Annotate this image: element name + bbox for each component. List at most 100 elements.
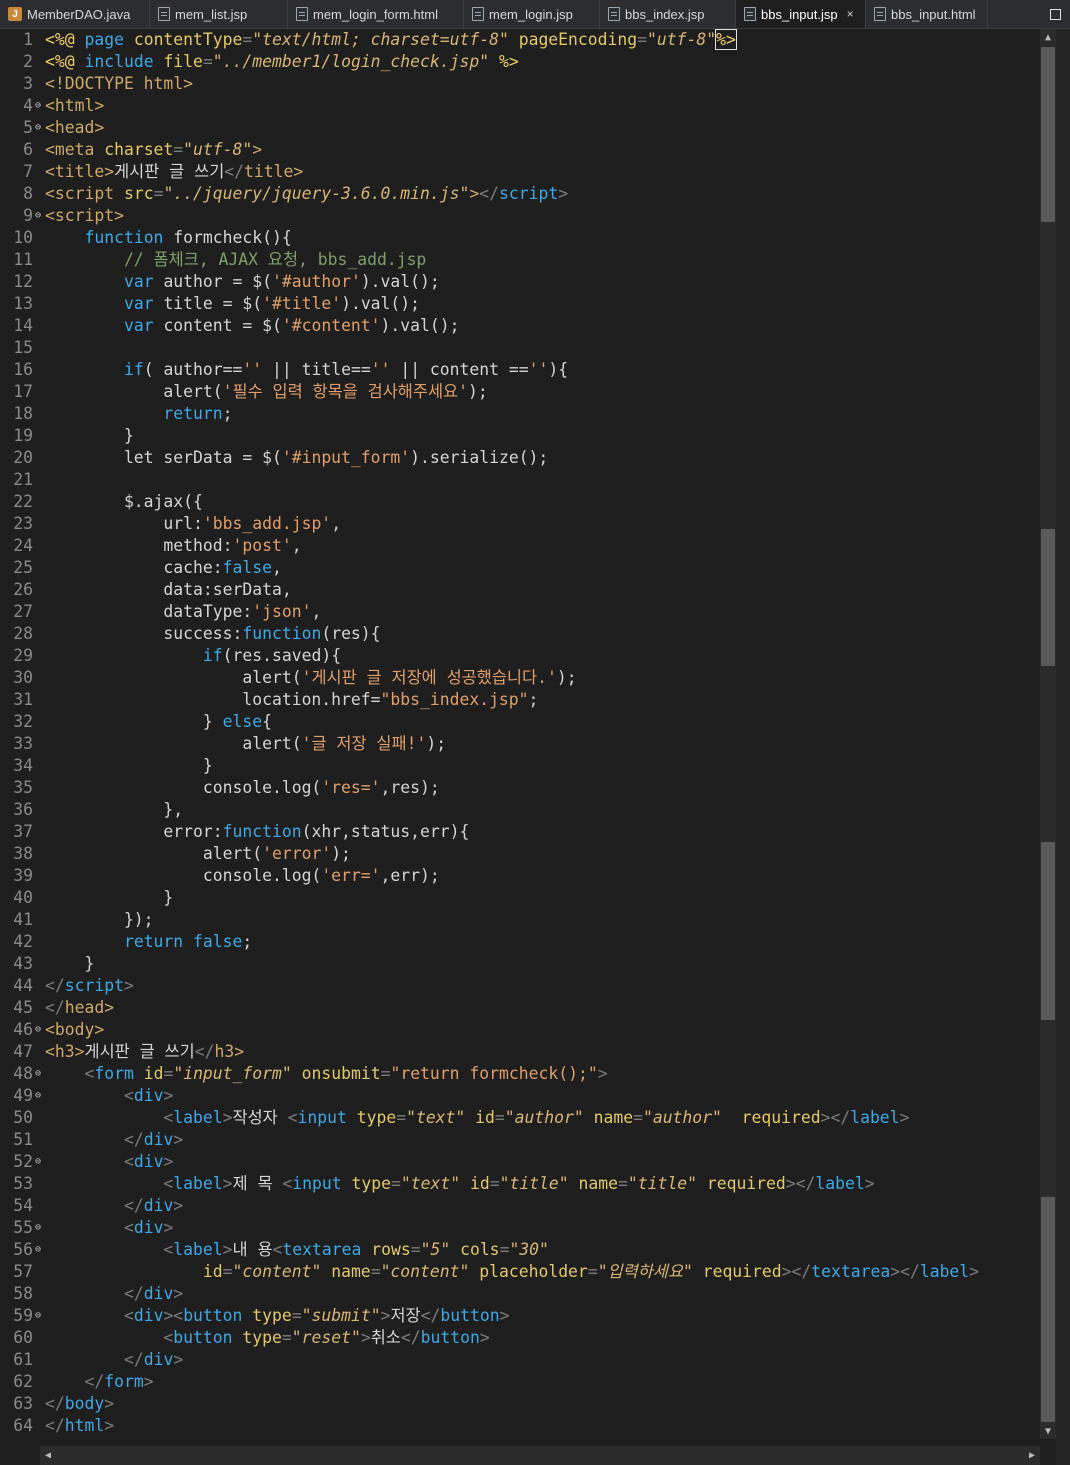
fold-toggle-icon[interactable]: ⊖ xyxy=(33,1217,43,1239)
tab-mem-login-form-html[interactable]: mem_login_form.html xyxy=(288,0,464,28)
tab-bbs-input-html[interactable]: bbs_input.html xyxy=(866,0,988,28)
code-line[interactable]: 50 <label>작성자 <input type="text" id="aut… xyxy=(0,1107,1040,1129)
code-line[interactable]: 26 data:serData, xyxy=(0,579,1040,601)
code-line[interactable]: 39 console.log('err=',err); xyxy=(0,865,1040,887)
scroll-thumb[interactable] xyxy=(1041,842,1055,1020)
scroll-right-arrow[interactable]: ▶ xyxy=(1024,1446,1040,1465)
code-line[interactable]: 43 } xyxy=(0,953,1040,975)
fold-toggle-icon[interactable]: ⊖ xyxy=(33,1239,43,1261)
code-line[interactable]: 41 }); xyxy=(0,909,1040,931)
code-line[interactable]: 47 <h3>게시판 글 쓰기</h3> xyxy=(0,1041,1040,1063)
scroll-up-arrow[interactable]: ▲ xyxy=(1040,29,1056,45)
code-line[interactable]: 15 xyxy=(0,337,1040,359)
code-line[interactable]: 56 ⊖ <label>내 용<textarea rows="5" cols="3… xyxy=(0,1239,1040,1261)
code-line[interactable]: 53 <label>제 목 <input type="text" id="tit… xyxy=(0,1173,1040,1195)
code-line[interactable]: 36 }, xyxy=(0,799,1040,821)
tab-mem-list-jsp[interactable]: mem_list.jsp xyxy=(150,0,288,28)
code-line[interactable]: 16 if( author=='' || title=='' || conten… xyxy=(0,359,1040,381)
fold-toggle-icon[interactable]: ⊖ xyxy=(33,1019,43,1041)
scroll-down-arrow[interactable]: ▼ xyxy=(1040,1423,1056,1439)
tab-mem-login-jsp[interactable]: mem_login.jsp xyxy=(464,0,600,28)
code-line[interactable]: 40 } xyxy=(0,887,1040,909)
code-line[interactable]: 29 if(res.saved){ xyxy=(0,645,1040,667)
code-line[interactable]: 58 </div> xyxy=(0,1283,1040,1305)
code-line[interactable]: 34 } xyxy=(0,755,1040,777)
code-line[interactable]: 12 var author = $('#author').val(); xyxy=(0,271,1040,293)
code-line[interactable]: 19 } xyxy=(0,425,1040,447)
code-line[interactable]: 48 ⊖ <form id="input_form" onsubmit="retu… xyxy=(0,1063,1040,1085)
code-line[interactable]: 59 ⊖ <div><button type="submit">저장</butto… xyxy=(0,1305,1040,1327)
code-token: > xyxy=(173,1284,184,1303)
code-line[interactable]: 22 $.ajax({ xyxy=(0,491,1040,513)
code-line[interactable]: 63 </body> xyxy=(0,1393,1040,1415)
code-line[interactable]: 62 </form> xyxy=(0,1371,1040,1393)
code-line[interactable]: 35 console.log('res=',res); xyxy=(0,777,1040,799)
code-line[interactable]: 14 var content = $('#content').val(); xyxy=(0,315,1040,337)
line-number: 21 xyxy=(13,470,33,489)
code-line[interactable]: 49 ⊖ <div> xyxy=(0,1085,1040,1107)
tab-bbs-input-jsp[interactable]: bbs_input.jsp × xyxy=(736,0,866,28)
fold-toggle-icon[interactable]: ⊖ xyxy=(33,1063,43,1085)
tab-label: bbs_input.jsp xyxy=(761,6,838,22)
vertical-scrollbar[interactable]: ▲ ▼ xyxy=(1040,29,1056,1439)
code-token: = xyxy=(618,1174,628,1193)
code-line[interactable]: 4 ⊖ <html> xyxy=(0,95,1040,117)
code-line[interactable]: 3 <!DOCTYPE html> xyxy=(0,73,1040,95)
code-line[interactable]: 54 </div> xyxy=(0,1195,1040,1217)
fold-toggle-icon[interactable]: ⊖ xyxy=(33,1305,43,1327)
code-line[interactable]: 10 function formcheck(){ xyxy=(0,227,1040,249)
code-line[interactable]: 21 xyxy=(0,469,1040,491)
code-line[interactable]: 25 cache:false, xyxy=(0,557,1040,579)
code-line[interactable]: 7 <title>게시판 글 쓰기</title> xyxy=(0,161,1040,183)
code-token: = xyxy=(242,30,253,49)
code-token: > xyxy=(864,1174,875,1193)
code-line[interactable]: 33 alert('글 저장 실패!'); xyxy=(0,733,1040,755)
fold-toggle-icon[interactable]: ⊖ xyxy=(33,1151,43,1173)
horizontal-scrollbar[interactable]: ◀ ▶ xyxy=(40,1446,1040,1465)
code-line[interactable]: 30 alert('게시판 글 저장에 성공했습니다.'); xyxy=(0,667,1040,689)
maximize-button[interactable] xyxy=(1040,0,1070,28)
code-line[interactable]: 8 <script src="../jquery/jquery-3.6.0.min… xyxy=(0,183,1040,205)
code-line[interactable]: 57 id="content" name="content" placehold… xyxy=(0,1261,1040,1283)
code-line[interactable]: 17 alert('필수 입력 항목을 검사해주세요'); xyxy=(0,381,1040,403)
code-token: if xyxy=(123,360,144,379)
code-line[interactable]: 37 error:function(xhr,status,err){ xyxy=(0,821,1040,843)
code-line[interactable]: 38 alert('error'); xyxy=(0,843,1040,865)
close-icon[interactable]: × xyxy=(847,7,854,21)
code-line[interactable]: 20 let serData = $('#input_form').serial… xyxy=(0,447,1040,469)
code-line[interactable]: 60 <button type="reset">취소</button> xyxy=(0,1327,1040,1349)
scroll-left-arrow[interactable]: ◀ xyxy=(40,1446,56,1465)
code-line[interactable]: 1 <%@ page contentType="text/html; charse… xyxy=(0,29,1040,51)
code-line[interactable]: 45 </head> xyxy=(0,997,1040,1019)
code-editor[interactable]: 1 <%@ page contentType="text/html; charse… xyxy=(0,29,1040,1439)
tab-memberdao-java[interactable]: J MemberDAO.java xyxy=(0,0,150,28)
code-token: ></ xyxy=(781,1262,812,1281)
fold-toggle-icon[interactable]: ⊖ xyxy=(33,117,43,139)
code-line[interactable]: 55 ⊖ <div> xyxy=(0,1217,1040,1239)
tab-bbs-index-jsp[interactable]: bbs_index.jsp xyxy=(600,0,736,28)
code-line[interactable]: 46 ⊖ <body> xyxy=(0,1019,1040,1041)
code-line[interactable]: 52 ⊖ <div> xyxy=(0,1151,1040,1173)
code-line[interactable]: 28 success:function(res){ xyxy=(0,623,1040,645)
code-line[interactable]: 61 </div> xyxy=(0,1349,1040,1371)
code-line[interactable]: 23 url:'bbs_add.jsp', xyxy=(0,513,1040,535)
code-line[interactable]: 9 ⊖ <script> xyxy=(0,205,1040,227)
code-line[interactable]: 2 <%@ include file="../member1/login_chec… xyxy=(0,51,1040,73)
code-line[interactable]: 27 dataType:'json', xyxy=(0,601,1040,623)
fold-toggle-icon[interactable]: ⊖ xyxy=(33,1085,43,1107)
code-line[interactable]: 5 ⊖ <head> xyxy=(0,117,1040,139)
fold-toggle-icon[interactable]: ⊖ xyxy=(33,205,43,227)
code-line[interactable]: 31 location.href="bbs_index.jsp"; xyxy=(0,689,1040,711)
code-line[interactable]: 51 </div> xyxy=(0,1129,1040,1151)
code-line[interactable]: 42 return false; xyxy=(0,931,1040,953)
code-line[interactable]: 13 var title = $('#title').val(); xyxy=(0,293,1040,315)
fold-toggle-icon[interactable]: ⊖ xyxy=(33,95,43,117)
code-line[interactable]: 24 method:'post', xyxy=(0,535,1040,557)
code-line[interactable]: 6 <meta charset="utf-8"> xyxy=(0,139,1040,161)
code-line[interactable]: 18 return; xyxy=(0,403,1040,425)
code-text: console.log('res=',res); xyxy=(45,777,440,799)
code-line[interactable]: 64 </html> xyxy=(0,1415,1040,1437)
code-line[interactable]: 11 // 폼체크, AJAX 요청, bbs_add.jsp xyxy=(0,249,1040,271)
code-line[interactable]: 32 } else{ xyxy=(0,711,1040,733)
code-line[interactable]: 44 </script> xyxy=(0,975,1040,997)
